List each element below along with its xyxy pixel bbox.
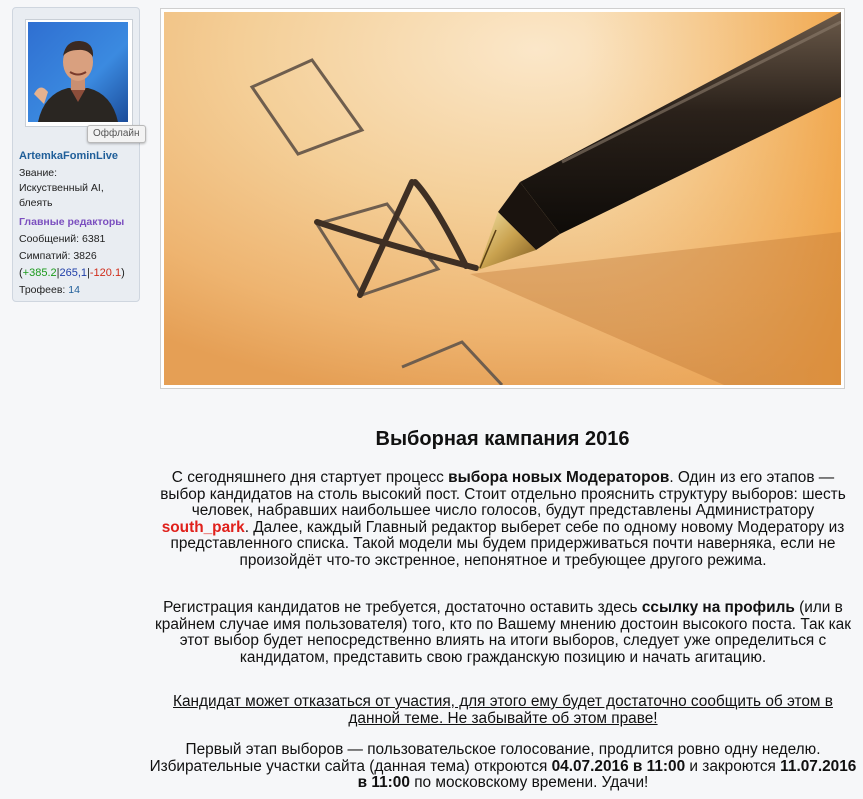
- user-title: Звание: Искуственный AI, блеять: [19, 166, 137, 211]
- p4-text-3: по московскому времени. Удачи!: [409, 774, 649, 791]
- rep-neutral: 265,1: [59, 267, 88, 279]
- likes-count: Симпатий: 3826: [19, 249, 137, 264]
- p2-text-1: Регистрация кандидатов не требуется, дос…: [163, 599, 642, 616]
- posts-count: Сообщений: 6381: [19, 232, 137, 247]
- rep-positive: +385.2: [22, 267, 57, 279]
- open-datetime: 04.07.2016 в 11:00: [551, 757, 686, 775]
- avatar-image[interactable]: [28, 22, 130, 124]
- user-group: Главные редакторы: [19, 216, 125, 228]
- posts-label: Сообщений:: [19, 233, 80, 245]
- username-link[interactable]: ArtemkaFominLive: [19, 150, 118, 162]
- avatar[interactable]: [25, 19, 133, 127]
- paragraph-intro: С сегодняшнего дня стартует процесс выбо…: [148, 469, 858, 569]
- p1-text-3: . Далее, каждый Главный редактор выберет…: [170, 518, 845, 569]
- ballot-pen-illustration: [164, 12, 841, 385]
- title-value: Искуственный AI, блеять: [19, 182, 104, 209]
- p2-bold-profile-link: ссылку на профиль: [641, 599, 795, 616]
- post-image: [160, 8, 845, 389]
- reputation: (+385.2|265,1|-120.1): [19, 267, 125, 279]
- likes-value: 3826: [73, 250, 97, 262]
- likes-label: Симпатий:: [19, 250, 71, 262]
- paragraph-registration: Регистрация кандидатов не требуется, дос…: [148, 599, 858, 666]
- rep-negative: -120.1: [89, 267, 122, 279]
- trophies-label: Трофеев:: [19, 284, 66, 296]
- status-badge: Оффлайн: [87, 125, 146, 143]
- title-label: Звание:: [19, 167, 58, 179]
- posts-value: 6381: [82, 233, 106, 245]
- p1-text-1: С сегодняшнего дня стартует процесс: [171, 469, 449, 486]
- trophies-count: Трофеев: 14: [19, 283, 137, 298]
- avatar-photo: [28, 22, 128, 122]
- paragraph-withdrawal: Кандидат может отказаться от участия, дл…: [173, 693, 833, 727]
- p1-bold-moderators: выбора новых Модераторов: [448, 469, 670, 486]
- paragraph-schedule: Первый этап выборов — пользовательское г…: [148, 741, 858, 792]
- user-info-panel: Оффлайн ArtemkaFominLive Звание: Искуств…: [12, 7, 146, 302]
- post-title: Выборная кампания 2016: [375, 428, 630, 450]
- p4-text-2: и закроются: [685, 757, 781, 775]
- admin-profile-link[interactable]: south_park: [162, 519, 245, 536]
- trophies-link[interactable]: 14: [68, 284, 80, 296]
